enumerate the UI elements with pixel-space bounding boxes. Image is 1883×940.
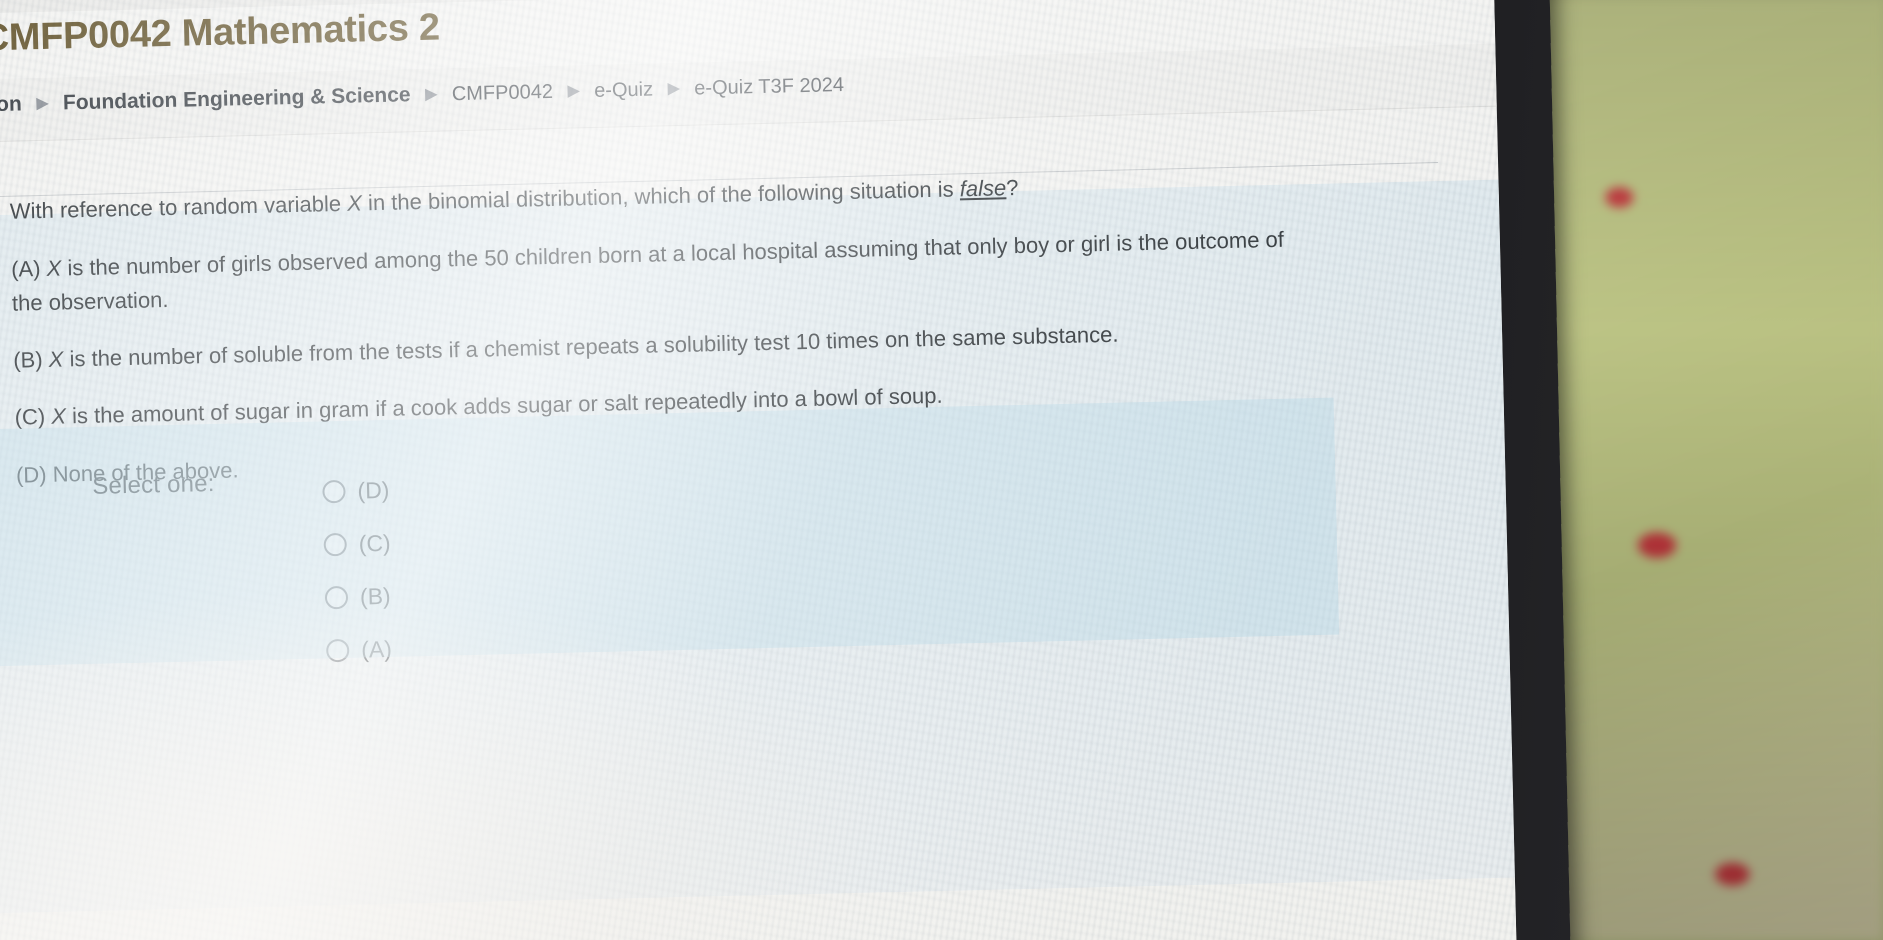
- option-c-variable: X: [51, 403, 67, 430]
- stem-part-3: ?: [1005, 174, 1019, 201]
- option-b-variable: X: [48, 346, 64, 372]
- breadcrumb-item-faculty[interactable]: Foundation Engineering & Science: [63, 83, 411, 114]
- question-highlight-panel: [0, 397, 1340, 667]
- breadcrumb-separator-icon: ▶: [667, 79, 680, 98]
- option-b-key: (B): [13, 346, 43, 373]
- breadcrumb-separator-icon: ▶: [36, 94, 49, 113]
- option-b: (B) X is the number of soluble from the …: [13, 313, 1293, 377]
- option-a-key: (A): [10, 256, 41, 282]
- question-block: 14 d ut of With reference to random vari…: [0, 175, 1515, 917]
- stem-variable: X: [346, 190, 363, 216]
- option-a-variable: X: [46, 255, 62, 281]
- option-c-key: (C): [14, 404, 46, 431]
- breadcrumb-item-equiz-t3f[interactable]: e-Quiz T3F 2024: [694, 74, 844, 100]
- option-a-text: is the number of girls observed among th…: [11, 226, 1285, 316]
- breadcrumb-item-equiz[interactable]: e-Quiz: [594, 79, 653, 102]
- moodle-quiz-page: You are logged in as Gladys Li Xuan Lim …: [0, 0, 1517, 940]
- page-title: CMFP0042 Mathematics 2: [0, 6, 441, 60]
- photographed-screen: You are logged in as Gladys Li Xuan Lim …: [0, 0, 1883, 940]
- option-b-text: is the number of soluble from the tests …: [63, 321, 1119, 372]
- breadcrumb-separator-icon: ▶: [567, 82, 580, 100]
- breadcrumb-item-course[interactable]: CMFP0042: [452, 81, 554, 105]
- question-stem: With reference to random variable X in t…: [9, 164, 1299, 228]
- option-a: (A) X is the number of girls observed am…: [11, 223, 1292, 320]
- stem-emphasis-false: false: [959, 175, 1007, 202]
- stem-part-2: in the binomial distribution, which of t…: [361, 176, 961, 216]
- breadcrumb-item-portal[interactable]: tion: [0, 92, 22, 116]
- question-info-column: 14 d ut of: [0, 215, 10, 217]
- stem-part-1: With reference to random variable: [9, 190, 348, 224]
- breadcrumb-separator-icon: ▶: [425, 85, 438, 103]
- breadcrumb: tion ▶ Foundation Engineering & Science …: [0, 73, 844, 117]
- laptop-screen: You are logged in as Gladys Li Xuan Lim …: [0, 0, 1517, 940]
